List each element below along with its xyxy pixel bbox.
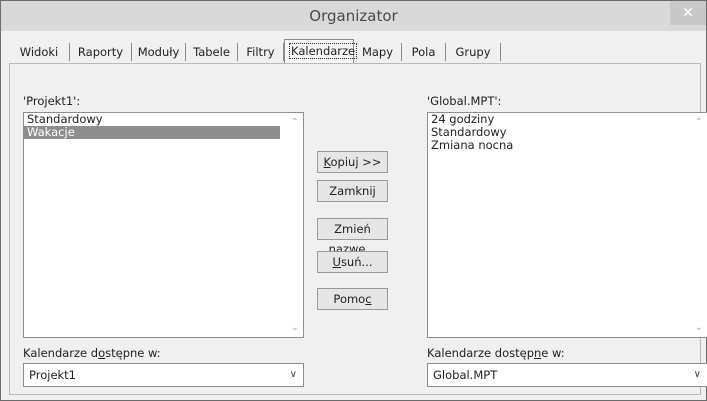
tab-strip: Widoki Raporty Moduły Tabele Filtry Kale… (9, 39, 698, 65)
tab-raporty[interactable]: Raporty (70, 43, 132, 61)
tab-filtry[interactable]: Filtry (238, 43, 284, 61)
right-available-label: Kalendarze dostępne w: (427, 346, 565, 360)
close-icon[interactable]: ✕ (670, 1, 706, 25)
tab-mapy[interactable]: Mapy (354, 43, 402, 61)
chevron-down-icon[interactable]: ∨ (694, 364, 701, 386)
organizer-dialog: Organizator ✕ Widoki Raporty Moduły Tabe… (0, 0, 707, 401)
left-list-label: 'Projekt1': (23, 94, 81, 108)
tab-moduly[interactable]: Moduły (132, 43, 186, 61)
tab-kalendarze[interactable]: Kalendarze (284, 39, 358, 63)
right-available-value: Global.MPT (433, 368, 498, 382)
scroll-down-icon[interactable]: ⌄ (695, 322, 703, 333)
scroll-up-icon[interactable]: ⌃ (291, 117, 299, 128)
left-available-select[interactable]: Projekt1 ∨ (23, 363, 304, 387)
tab-tabele[interactable]: Tabele (186, 43, 238, 61)
left-calendar-list[interactable]: Standardowy Wakacje ⌃ ⌄ (23, 112, 304, 338)
left-available-label: Kalendarze dostępne w: (23, 346, 161, 360)
right-list-label: 'Global.MPT': (427, 94, 502, 108)
tab-widoki[interactable]: Widoki (9, 43, 70, 61)
tab-grupy[interactable]: Grupy (446, 43, 501, 61)
help-button[interactable]: Pomoc (317, 288, 388, 310)
list-item-wakacje[interactable]: Wakacje (24, 126, 280, 139)
close-button[interactable]: Zamknij (317, 180, 388, 202)
calendars-panel: 'Projekt1': Standardowy Wakacje ⌃ ⌄ Kopi… (9, 63, 707, 395)
right-available-select[interactable]: Global.MPT ∨ (427, 363, 707, 387)
copy-button[interactable]: Kopiuj >> (317, 151, 388, 173)
window-title: Organizator (309, 7, 398, 25)
left-available-value: Projekt1 (29, 368, 76, 382)
tab-pola[interactable]: Pola (402, 43, 446, 61)
rename-button[interactable]: Zmień nazwę... (317, 218, 388, 256)
right-calendar-list[interactable]: 24 godziny Standardowy Zmiana nocna ⌃ ⌄ (427, 112, 707, 338)
scroll-down-icon[interactable]: ⌄ (291, 322, 299, 333)
chevron-down-icon[interactable]: ∨ (290, 364, 297, 386)
list-item-zmiana-nocna[interactable]: Zmiana nocna (428, 139, 707, 152)
delete-button[interactable]: Usuń... (317, 251, 388, 273)
title-bar: Organizator ✕ (1, 1, 706, 31)
scroll-up-icon[interactable]: ⌃ (695, 117, 703, 128)
